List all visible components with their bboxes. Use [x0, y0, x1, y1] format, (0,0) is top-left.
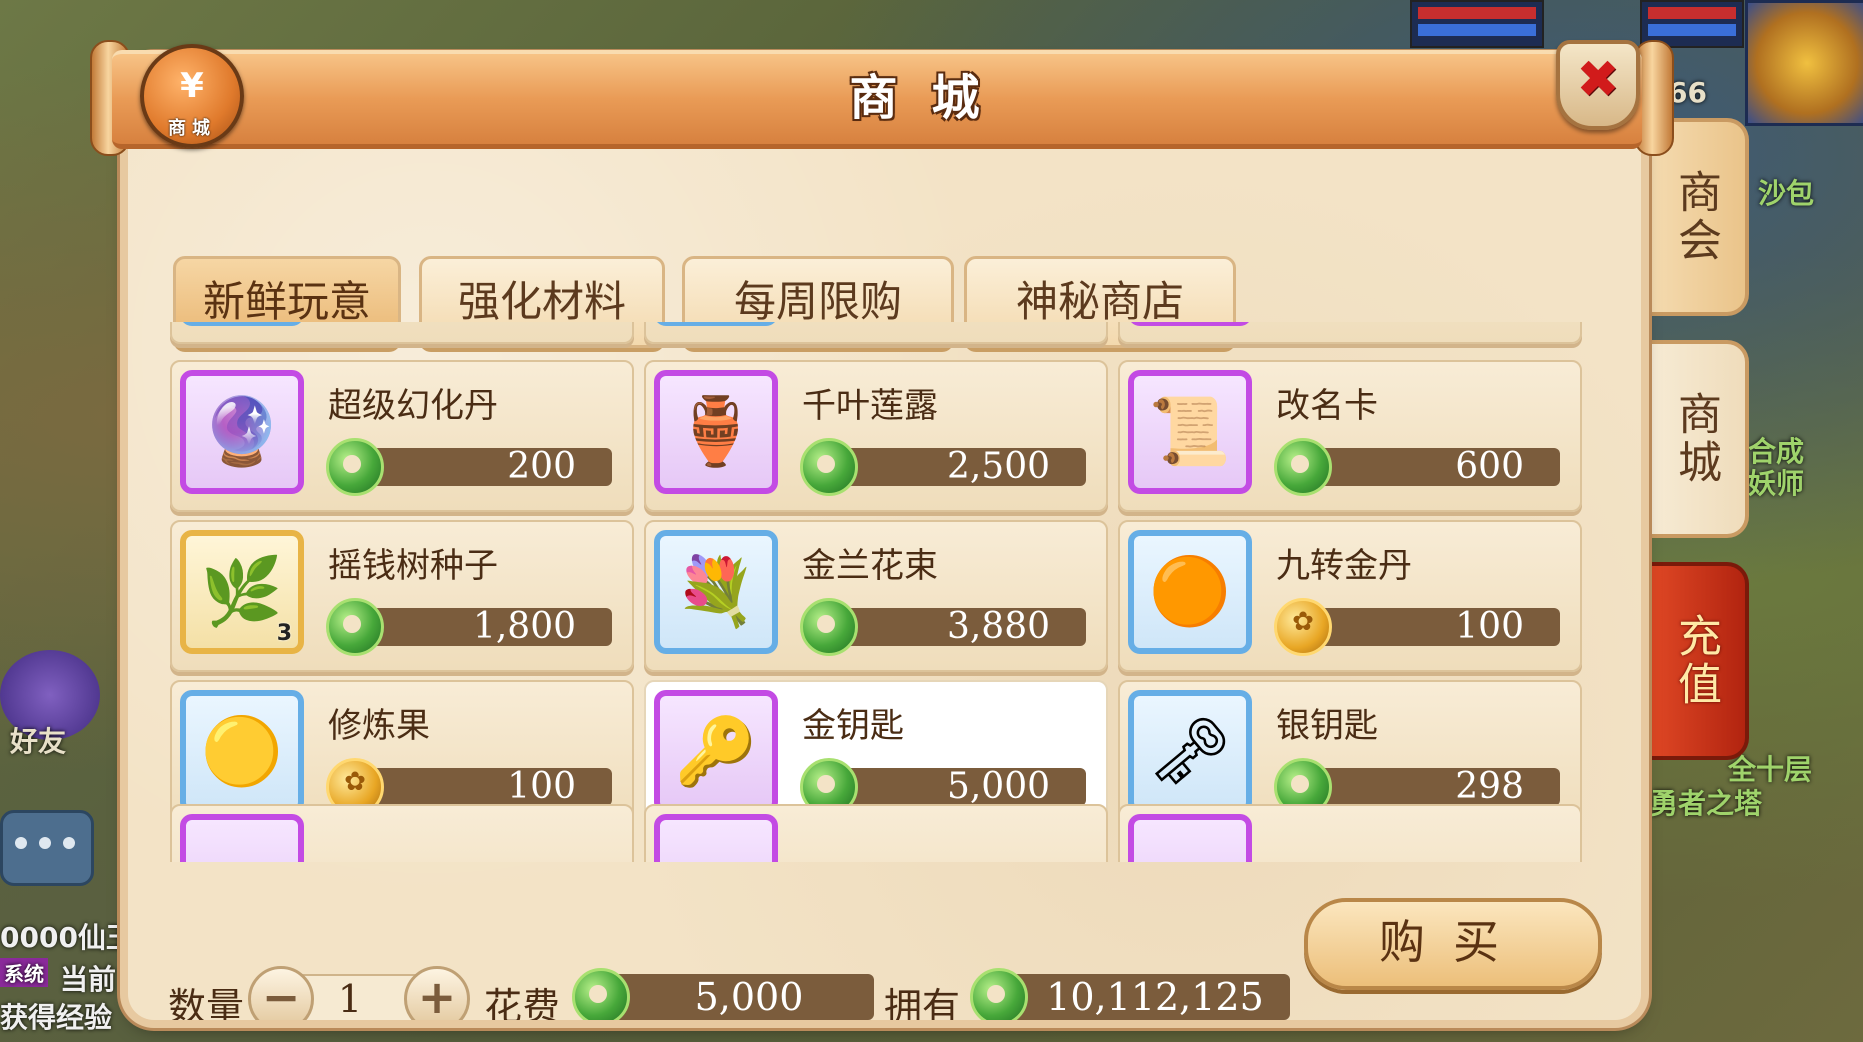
- item-price: 5,000: [946, 766, 1050, 807]
- side-tab-shop[interactable]: 商城: [1645, 340, 1749, 538]
- price-bar: 100: [1306, 608, 1560, 646]
- bg-system-badge: 系统: [0, 958, 48, 987]
- lotus-vase-icon: 🏺: [654, 370, 778, 494]
- side-tab-guild-label: 商会: [1670, 169, 1721, 265]
- item-name: 摇钱树种子: [328, 546, 498, 586]
- item-name: 改名卡: [1276, 386, 1378, 426]
- ally-hp-bars: [1410, 0, 1544, 48]
- item-price: 3,880: [946, 606, 1050, 647]
- item-frame: [180, 814, 304, 862]
- product-card-partial[interactable]: [1118, 322, 1582, 344]
- product-card[interactable]: 📜 改名卡 600: [1118, 360, 1582, 512]
- chat-bubble-icon[interactable]: [0, 810, 94, 886]
- item-price: 2,500: [946, 446, 1050, 487]
- item-price: 600: [1455, 446, 1524, 487]
- quantity-value: 1: [337, 977, 363, 1020]
- gold-key-icon: 🔑: [654, 690, 778, 814]
- product-card[interactable]: 🟠 九转金丹 100: [1118, 520, 1582, 672]
- bg-currency-text: 0000仙玉: [0, 921, 134, 954]
- side-tab-recharge[interactable]: 充值: [1645, 562, 1749, 760]
- bouquet-icon: 💐: [654, 530, 778, 654]
- product-card-partial[interactable]: [170, 804, 634, 862]
- item-frame: [1128, 814, 1252, 862]
- jade-currency-icon: [1274, 438, 1332, 496]
- side-tab-shop-label: 商城: [1670, 391, 1721, 487]
- bg-exp-text: 获得经验: [0, 1001, 113, 1034]
- product-card-partial[interactable]: [644, 804, 1108, 862]
- item-name: 千叶莲露: [802, 386, 938, 426]
- shop-logo-icon: ¥ 商城: [140, 44, 244, 148]
- product-card-partial[interactable]: [644, 322, 1108, 344]
- price-bar: 100: [358, 768, 612, 806]
- item-count: 3: [276, 621, 292, 646]
- item-name: 九转金丹: [1276, 546, 1412, 586]
- price-bar: 1,800: [358, 608, 612, 646]
- item-frame: [654, 322, 778, 326]
- price-bar: 200: [358, 448, 612, 486]
- increase-quantity-button[interactable]: +: [404, 966, 470, 1020]
- item-name: 金钥匙: [802, 706, 904, 746]
- cost-label: 花费: [484, 985, 561, 1020]
- item-frame: [654, 814, 778, 862]
- blue-orb-icon: 🔮: [180, 370, 304, 494]
- jade-currency-icon: [800, 438, 858, 496]
- item-frame: [1128, 322, 1252, 326]
- close-button[interactable]: ✖: [1556, 40, 1640, 130]
- bg-current-text: 当前: [60, 963, 117, 996]
- item-price: 100: [507, 766, 576, 807]
- bg-label-sandbag: 沙包: [1758, 177, 1815, 210]
- owned-label: 拥有: [884, 985, 961, 1020]
- shop-logo-label: 商城: [168, 118, 216, 139]
- golden-pill-box-icon: 🟠: [1128, 530, 1252, 654]
- price-bar: 2,500: [832, 448, 1086, 486]
- close-icon: ✖: [1576, 50, 1620, 110]
- buy-button[interactable]: 购买: [1304, 898, 1602, 990]
- owned-value: 10,112,125: [1046, 975, 1264, 1019]
- price-bar: 5,000: [832, 768, 1086, 806]
- product-card-partial[interactable]: [170, 322, 634, 344]
- item-frame: [180, 322, 304, 326]
- jade-currency-icon: [326, 438, 384, 496]
- item-price: 1,800: [472, 606, 576, 647]
- item-name: 修炼果: [328, 706, 430, 746]
- golden-fruit-icon: 🟡: [180, 690, 304, 814]
- item-price: 100: [1455, 606, 1524, 647]
- item-name: 超级幻化丹: [328, 386, 498, 426]
- price-bar: 600: [1306, 448, 1560, 486]
- cost-value: 5,000: [694, 975, 804, 1019]
- product-card[interactable]: 🌿 3 摇钱树种子 1,800: [170, 520, 634, 672]
- price-bar: 298: [1306, 768, 1560, 806]
- jade-currency-icon: [326, 598, 384, 656]
- product-card[interactable]: 🔮 超级幻化丹 200: [170, 360, 634, 512]
- bg-label-friends[interactable]: 好友: [10, 720, 66, 760]
- product-card-partial[interactable]: [1118, 804, 1582, 862]
- item-price: 200: [507, 446, 576, 487]
- bg-label-demon: 妖师: [1748, 467, 1805, 500]
- side-tab-recharge-label: 充值: [1670, 613, 1721, 709]
- item-name: 银钥匙: [1276, 706, 1378, 746]
- quantity-label: 数量: [168, 985, 245, 1020]
- product-grid[interactable]: 🔮 超级幻化丹 200 🏺 千叶莲露 2,500 📜 改名卡 600 🌿 3 摇钱树种子 1,800 💐 金…: [170, 322, 1590, 862]
- jade-currency-icon: [572, 968, 630, 1020]
- shop-panel: 新鲜玩意 强化材料 每周限购 神秘商店 🔮 超级幻化丹 200 🏺 千叶莲露 2,500 📜…: [128, 60, 1641, 1020]
- jade-currency-icon: [800, 598, 858, 656]
- scroll-quill-icon: 📜: [1128, 370, 1252, 494]
- product-card[interactable]: 🏺 千叶莲露 2,500: [644, 360, 1108, 512]
- seed-leaves-icon: 🌿 3: [180, 530, 304, 654]
- product-card[interactable]: 💐 金兰花束 3,880: [644, 520, 1108, 672]
- price-bar: 3,880: [832, 608, 1086, 646]
- silver-key-icon: 🗝: [1128, 690, 1252, 814]
- item-name: 金兰花束: [802, 546, 938, 586]
- yen-icon: ¥: [180, 66, 204, 106]
- gold-coin-icon: [1274, 598, 1332, 656]
- item-price: 298: [1455, 766, 1524, 807]
- bg-label-tower: 勇者之塔: [1650, 787, 1763, 820]
